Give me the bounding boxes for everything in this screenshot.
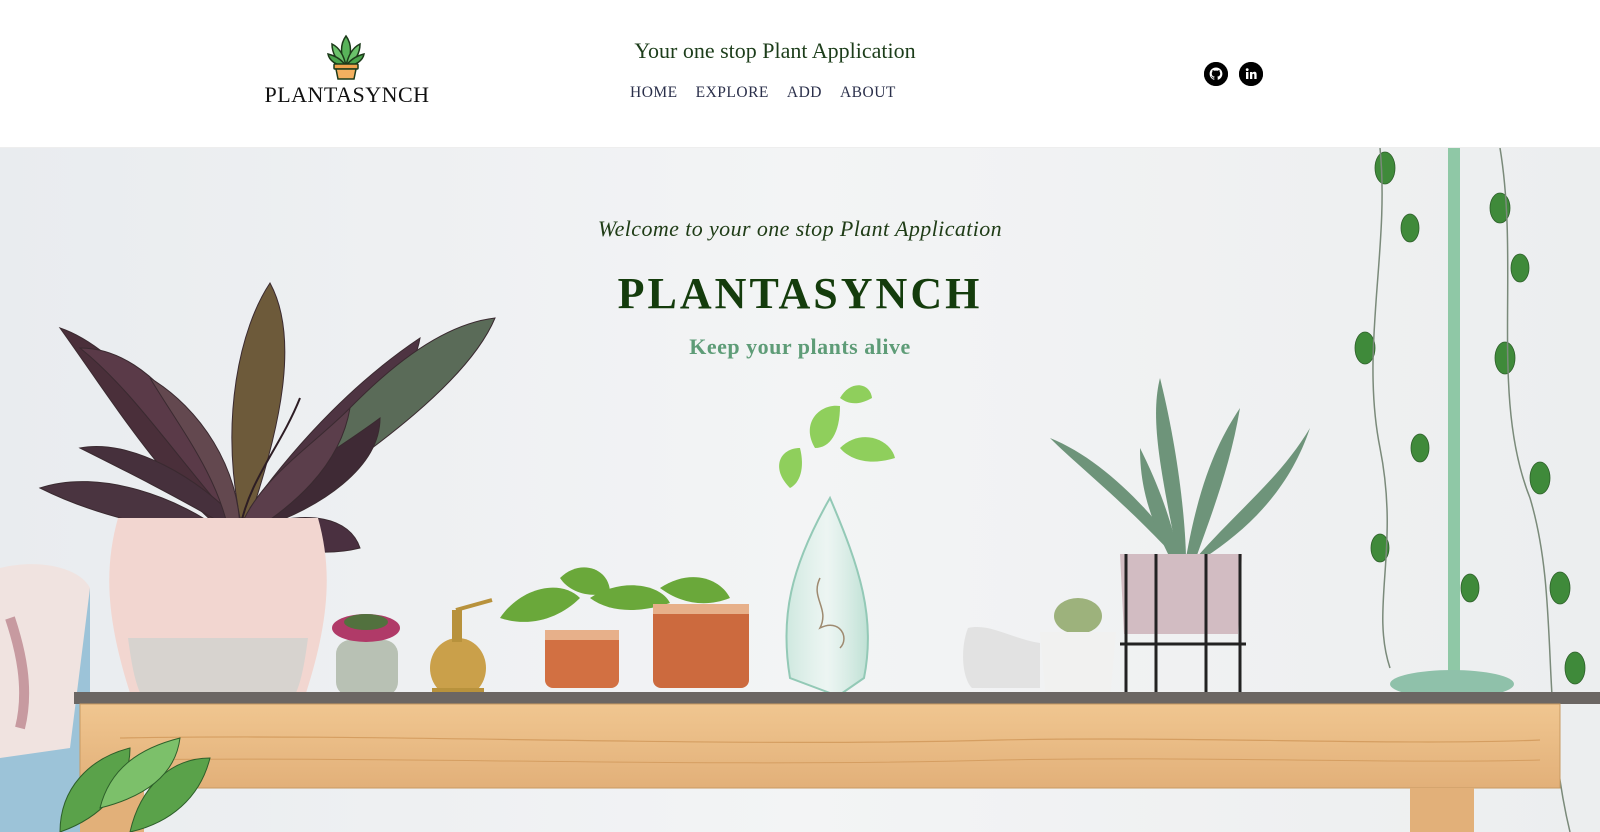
hero-subtitle: Keep your plants alive <box>689 334 911 359</box>
potted-plant-logo-icon <box>327 34 365 80</box>
linkedin-link[interactable] <box>1239 62 1263 86</box>
nav-home-link[interactable]: HOME <box>630 84 678 102</box>
nav-about-link[interactable]: ABOUT <box>840 84 896 102</box>
hero-banner: Welcome to your one stop Plant Applicati… <box>0 148 1600 832</box>
nav-explore-link[interactable]: EXPLORE <box>696 84 769 102</box>
github-icon <box>1204 62 1228 86</box>
site-header: PLANTASYNCH Your one stop Plant Applicat… <box>0 0 1600 148</box>
nav-add-link[interactable]: ADD <box>787 84 822 102</box>
github-link[interactable] <box>1204 62 1228 86</box>
hero-welcome-text: Welcome to your one stop Plant Applicati… <box>597 216 1003 241</box>
social-links <box>1204 62 1263 86</box>
linkedin-icon <box>1239 62 1263 86</box>
header-tagline: Your one stop Plant Application <box>634 38 916 63</box>
brand-name: PLANTASYNCH <box>264 82 430 107</box>
main-nav: HOME EXPLORE ADD ABOUT <box>630 84 930 102</box>
hero-title: PLANTASYNCH <box>617 269 983 318</box>
hero-text-block: Welcome to your one stop Plant Applicati… <box>0 148 1600 832</box>
brand-logo[interactable]: PLANTASYNCH <box>262 30 432 110</box>
